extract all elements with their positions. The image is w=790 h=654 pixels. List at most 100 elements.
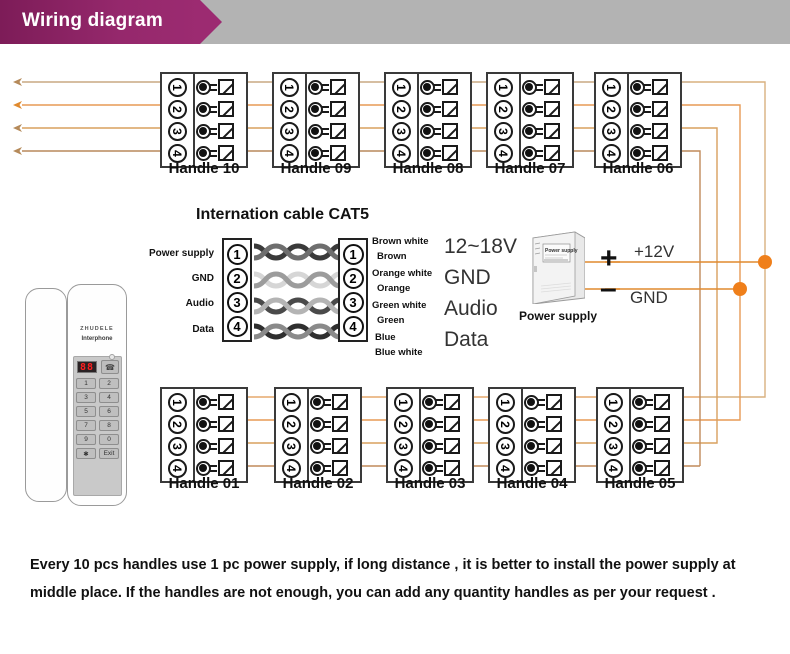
handle-label-01: Handle 01 [168,475,240,492]
pin-number: 3 [168,121,187,141]
screw-terminal[interactable] [419,122,470,141]
screw-icon [521,123,537,139]
screw-terminal[interactable] [195,415,246,434]
screw-terminal[interactable] [419,78,470,97]
terminal-block-handle-06[interactable]: 1 2 3 4 [594,72,682,168]
terminal-block-handle-02[interactable]: 1 2 3 4 [274,387,362,483]
screw-icon [309,416,325,432]
screw-terminal[interactable] [419,100,470,119]
keypad-key-1[interactable]: 1 [76,378,96,389]
connector-box-icon [441,123,458,139]
screw-terminal[interactable] [195,122,246,141]
terminal-block-handle-04[interactable]: 1 2 3 4 [488,387,576,483]
screw-neck [435,464,443,472]
keypad-key-star[interactable]: ✱ [76,448,96,459]
cat5-left-label-power: Power supply [148,248,214,259]
keypad-key-6[interactable]: 6 [99,406,119,417]
handset-display: 88 [77,361,97,373]
power-supply-unit[interactable]: Power supply [527,230,585,304]
screw-terminal[interactable] [629,100,680,119]
terminal-block-handle-03[interactable]: 1 2 3 4 [386,387,474,483]
screw-terminal[interactable] [629,122,680,141]
screw-icon [307,145,323,161]
cat5-wire-color-brown: Brown [377,251,407,262]
handset-keypad[interactable]: 1 2 3 4 5 6 7 8 9 0 ✱ Exit [76,378,119,459]
screw-terminal[interactable] [309,393,360,412]
screw-neck [435,398,443,406]
header-bar: Wiring diagram [0,0,790,44]
screw-terminal[interactable] [421,393,472,412]
screw-terminal[interactable] [523,437,574,456]
terminal-block-handle-09[interactable]: 1 2 3 4 [272,72,360,168]
terminal-screws [631,389,682,481]
screw-terminal[interactable] [631,415,682,434]
screw-icon [195,123,211,139]
screw-icon [195,145,211,161]
screw-terminal[interactable] [523,415,574,434]
screw-terminal[interactable] [631,393,682,412]
screw-terminal[interactable] [195,393,246,412]
keypad-key-0[interactable]: 0 [99,434,119,445]
screw-terminal[interactable] [629,78,680,97]
keypad-key-3[interactable]: 3 [76,392,96,403]
keypad-key-8[interactable]: 8 [99,420,119,431]
screw-terminal[interactable] [195,78,246,97]
screw-neck [209,127,217,135]
screw-neck [323,420,331,428]
cat5-twisted-pairs [254,243,340,340]
connector-box-icon [543,101,560,117]
screw-icon [631,438,647,454]
keypad-key-4[interactable]: 4 [99,392,119,403]
terminal-block-handle-10[interactable]: 1 2 3 4 [160,72,248,168]
terminal-block-handle-08[interactable]: 1 2 3 4 [384,72,472,168]
terminal-screws [629,74,680,166]
keypad-key-2[interactable]: 2 [99,378,119,389]
screw-terminal[interactable] [521,100,572,119]
handle-label-09: Handle 09 [280,160,352,177]
connector-box-icon [443,438,460,454]
terminal-pins: 1 2 3 4 [386,74,419,166]
signal-label-audio: Audio [444,297,498,320]
screw-terminal[interactable] [307,122,358,141]
screw-terminal[interactable] [307,78,358,97]
pin-number: 3 [392,121,411,141]
pin-number: 3 [282,436,301,456]
terminal-pins: 1 2 3 4 [388,389,421,481]
signal-label-data: Data [444,328,489,351]
keypad-key-5[interactable]: 5 [76,406,96,417]
screw-terminal[interactable] [521,122,572,141]
screw-terminal[interactable] [521,78,572,97]
connector-box-icon [543,145,560,161]
pin-number: 1 [282,392,301,412]
keypad-key-9[interactable]: 9 [76,434,96,445]
keypad-key-7[interactable]: 7 [76,420,96,431]
intercom-handset[interactable]: ZHUDELE Interphone 88 ☎ 1 2 3 4 5 6 7 8 … [25,284,127,506]
screw-terminal[interactable] [307,100,358,119]
screw-terminal[interactable] [421,437,472,456]
screw-terminal[interactable] [421,415,472,434]
screw-terminal[interactable] [195,100,246,119]
handset-receiver [25,288,67,502]
terminal-screws [523,389,574,481]
terminal-block-handle-07[interactable]: 1 2 3 4 [486,72,574,168]
keypad-key-exit[interactable]: Exit [99,448,119,459]
cat5-connector-left[interactable]: 1 2 3 4 [222,238,252,342]
screw-terminal[interactable] [631,437,682,456]
cat5-pin: 4 [226,315,248,337]
connector-box-icon [217,101,234,117]
cat5-pin: 1 [342,243,364,265]
screw-neck [209,442,217,450]
cat5-connector-right[interactable]: 1 2 3 4 [338,238,368,342]
connector-box-icon [329,145,346,161]
terminal-block-handle-05[interactable]: 1 2 3 4 [596,387,684,483]
pin-number: 1 [168,77,187,97]
screw-terminal[interactable] [195,437,246,456]
terminal-block-handle-01[interactable]: 1 2 3 4 [160,387,248,483]
screw-terminal[interactable] [309,437,360,456]
pin-number: 2 [282,414,301,434]
screw-terminal[interactable] [523,393,574,412]
screw-terminal[interactable] [309,415,360,434]
terminal-pins: 1 2 3 4 [162,389,195,481]
phone-icon[interactable]: ☎ [101,360,119,374]
cat5-pin: 4 [342,315,364,337]
